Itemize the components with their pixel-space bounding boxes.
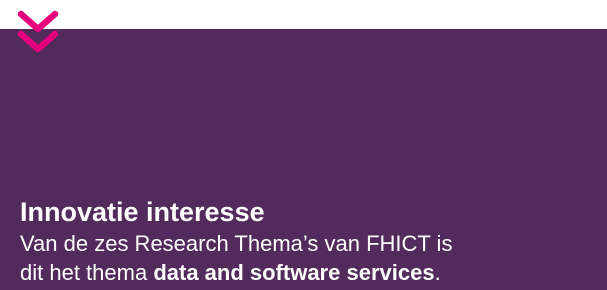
- card-text: Innovatie interesse Van de zes Research …: [20, 195, 600, 287]
- description-line-2-suffix: .: [434, 260, 441, 285]
- description-line-2-prefix: dit het thema: [20, 260, 154, 285]
- double-chevron-down-icon[interactable]: [16, 10, 60, 58]
- page: Innovatie interesse Van de zes Research …: [0, 0, 607, 290]
- theme-name: data and software services: [153, 260, 435, 285]
- description-line-1: Van de zes Research Thema’s van FHICT is: [20, 231, 453, 256]
- card-description: Van de zes Research Thema’s van FHICT is…: [20, 229, 600, 287]
- card-title: Innovatie interesse: [20, 197, 265, 227]
- top-strip: [0, 0, 607, 29]
